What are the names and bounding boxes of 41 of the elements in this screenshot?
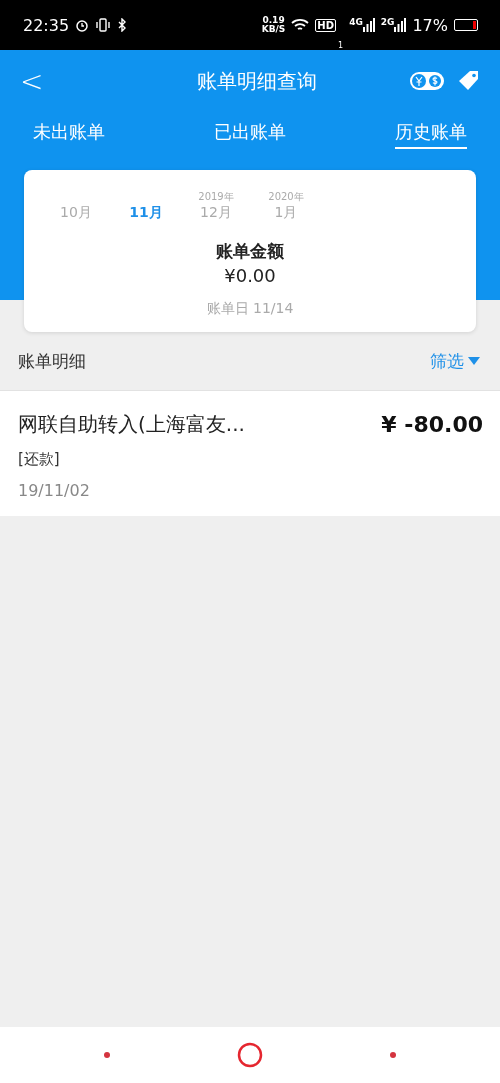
filter-button[interactable]: 筛选 xyxy=(430,349,480,373)
year-label: 2019年 xyxy=(198,190,234,204)
home-circle-icon[interactable] xyxy=(237,1042,263,1068)
month-option[interactable]: 11月 xyxy=(129,204,163,222)
transaction-category: [还款] xyxy=(18,450,61,469)
month-option[interactable]: 10月 xyxy=(60,204,92,222)
hd-label: HD xyxy=(315,18,337,32)
nav-dot-icon[interactable] xyxy=(103,1052,110,1058)
hd-index: 1 xyxy=(338,41,344,50)
signal-icon xyxy=(394,18,407,32)
page-title: 账单明细查询 xyxy=(195,67,318,95)
tab[interactable]: 历史账单 xyxy=(395,116,467,149)
section-title: 账单明细 xyxy=(18,349,86,373)
transaction-row[interactable]: 网联自助转入(上海富友... ¥ -80.00 [还款] 19/11/02 xyxy=(0,391,500,516)
bill-date: 账单日 11/14 xyxy=(206,300,294,318)
wifi-icon xyxy=(291,18,310,32)
transaction-amount: ¥ -80.00 xyxy=(381,412,483,437)
status-time: 22:35 xyxy=(23,15,70,35)
network-speed-unit: KB/S xyxy=(261,25,286,34)
bill-amount: ¥0.00 xyxy=(224,265,276,286)
alarm-icon xyxy=(75,18,90,32)
network-speed: 0.19 xyxy=(262,16,285,25)
network-type: 2G xyxy=(380,18,395,27)
bluetooth-icon xyxy=(117,18,128,32)
signal-icon xyxy=(362,18,375,32)
back-button[interactable]: < xyxy=(20,64,44,98)
nav-dot-icon[interactable] xyxy=(390,1052,397,1058)
month-option[interactable]: 12月 xyxy=(200,204,232,222)
tab[interactable]: 未出账单 xyxy=(33,116,105,149)
transaction-date: 19/11/02 xyxy=(18,481,91,500)
year-label: 2020年 xyxy=(268,190,304,204)
amount-label: 账单金额 xyxy=(216,240,284,263)
currency-toggle-icon[interactable] xyxy=(410,72,444,90)
battery-percent: 17% xyxy=(412,15,448,35)
vibrate-icon xyxy=(95,18,112,32)
tag-icon[interactable] xyxy=(458,70,480,92)
transaction-description: 网联自助转入(上海富友... xyxy=(18,411,245,438)
tab[interactable]: 已出账单 xyxy=(214,116,286,149)
network-type: 4G xyxy=(349,18,363,27)
month-option[interactable]: 1月 xyxy=(274,204,298,222)
caret-icon xyxy=(468,357,480,365)
